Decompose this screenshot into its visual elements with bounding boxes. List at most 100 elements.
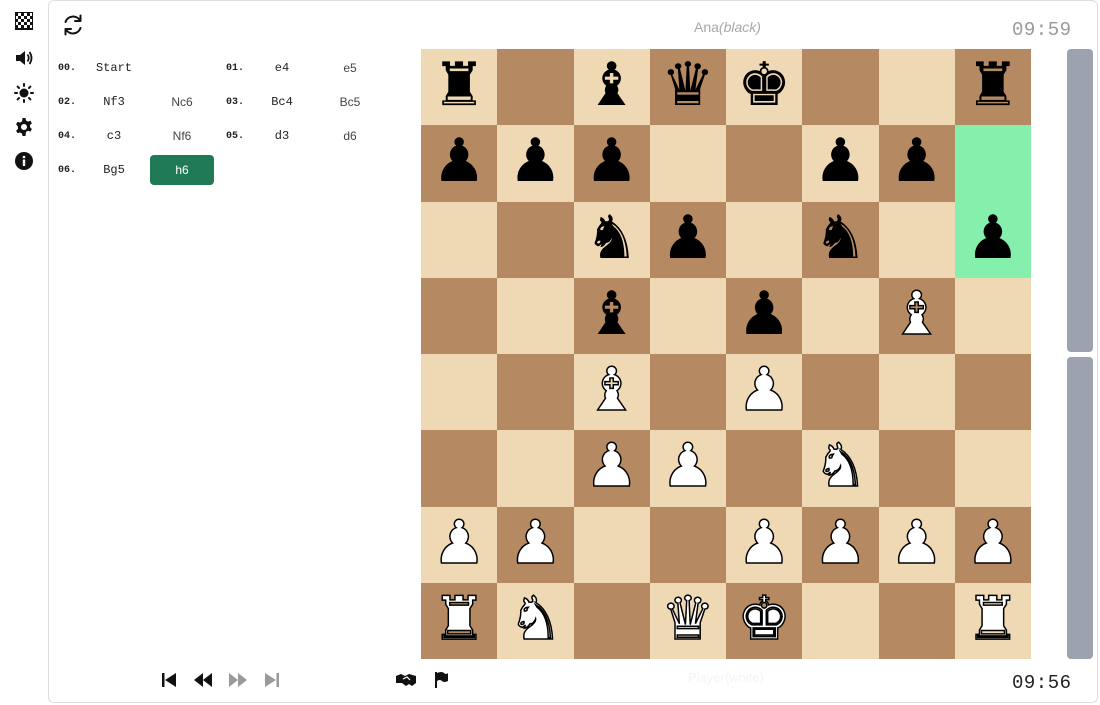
square-c3[interactable]: ♟ bbox=[573, 430, 650, 507]
square-c7[interactable]: ♟ bbox=[573, 125, 650, 202]
square-d2[interactable] bbox=[649, 506, 726, 583]
black-pawn-icon[interactable]: ♟ bbox=[508, 131, 562, 191]
square-e1[interactable]: ♚ bbox=[726, 582, 803, 659]
square-b4[interactable] bbox=[497, 354, 574, 431]
square-g6[interactable] bbox=[878, 201, 955, 278]
square-c5[interactable]: ♝ bbox=[573, 277, 650, 354]
move-white-cell[interactable]: d3 bbox=[250, 121, 314, 151]
move-black-cell[interactable]: Bc5 bbox=[318, 87, 382, 117]
white-pawn-icon[interactable]: ♟ bbox=[736, 512, 791, 574]
square-b8[interactable] bbox=[497, 49, 574, 126]
white-bishop-icon[interactable]: ♝ bbox=[889, 283, 944, 345]
square-a1[interactable]: ♜ bbox=[421, 582, 498, 659]
square-b1[interactable]: ♞ bbox=[497, 582, 574, 659]
last-move-button[interactable] bbox=[261, 670, 283, 690]
white-pawn-icon[interactable]: ♟ bbox=[813, 512, 868, 574]
square-f4[interactable] bbox=[802, 354, 879, 431]
square-a5[interactable] bbox=[421, 277, 498, 354]
square-f6[interactable]: ♞ bbox=[802, 201, 879, 278]
black-pawn-icon[interactable]: ♟ bbox=[585, 131, 639, 191]
black-pawn-icon[interactable]: ♟ bbox=[661, 208, 715, 268]
white-queen-icon[interactable]: ♛ bbox=[660, 588, 715, 650]
square-g1[interactable] bbox=[878, 582, 955, 659]
square-d3[interactable]: ♟ bbox=[649, 430, 726, 507]
first-move-button[interactable] bbox=[158, 670, 180, 690]
square-d6[interactable]: ♟ bbox=[649, 201, 726, 278]
square-e3[interactable] bbox=[726, 430, 803, 507]
square-a2[interactable]: ♟ bbox=[421, 506, 498, 583]
square-e6[interactable] bbox=[726, 201, 803, 278]
square-a3[interactable] bbox=[421, 430, 498, 507]
square-a7[interactable]: ♟ bbox=[421, 125, 498, 202]
white-pawn-icon[interactable]: ♟ bbox=[508, 512, 563, 574]
square-d5[interactable] bbox=[649, 277, 726, 354]
move-white-cell[interactable]: Bc4 bbox=[250, 87, 314, 117]
black-pawn-icon[interactable]: ♟ bbox=[813, 131, 867, 191]
square-e8[interactable]: ♚ bbox=[726, 49, 803, 126]
square-h2[interactable]: ♟ bbox=[954, 506, 1031, 583]
square-h1[interactable]: ♜ bbox=[954, 582, 1031, 659]
white-pawn-icon[interactable]: ♟ bbox=[431, 512, 486, 574]
square-e2[interactable]: ♟ bbox=[726, 506, 803, 583]
white-king-icon[interactable]: ♚ bbox=[736, 588, 791, 650]
move-black-cell[interactable]: Nc6 bbox=[150, 87, 214, 117]
square-d7[interactable] bbox=[649, 125, 726, 202]
refresh-icon[interactable] bbox=[60, 12, 86, 38]
move-black-cell[interactable]: d6 bbox=[318, 121, 382, 151]
previous-move-button[interactable] bbox=[192, 670, 214, 690]
move-white-cell[interactable]: Bg5 bbox=[82, 155, 146, 185]
square-f5[interactable] bbox=[802, 277, 879, 354]
square-e4[interactable]: ♟ bbox=[726, 354, 803, 431]
move-black-cell[interactable]: e5 bbox=[318, 53, 382, 83]
board-icon[interactable] bbox=[14, 11, 34, 31]
move-white-cell[interactable]: e4 bbox=[250, 53, 314, 83]
black-knight-icon[interactable]: ♞ bbox=[813, 208, 867, 268]
white-rook-icon[interactable]: ♜ bbox=[431, 588, 486, 650]
sound-icon[interactable] bbox=[14, 48, 34, 68]
square-d4[interactable] bbox=[649, 354, 726, 431]
square-a4[interactable] bbox=[421, 354, 498, 431]
square-f2[interactable]: ♟ bbox=[802, 506, 879, 583]
square-g8[interactable] bbox=[878, 49, 955, 126]
square-c8[interactable]: ♝ bbox=[573, 49, 650, 126]
square-d8[interactable]: ♛ bbox=[649, 49, 726, 126]
move-white-cell[interactable]: Nf3 bbox=[82, 87, 146, 117]
white-pawn-icon[interactable]: ♟ bbox=[889, 512, 944, 574]
resign-button[interactable] bbox=[430, 670, 452, 690]
square-h5[interactable] bbox=[954, 277, 1031, 354]
black-pawn-icon[interactable]: ♟ bbox=[432, 131, 486, 191]
white-rook-icon[interactable]: ♜ bbox=[965, 588, 1020, 650]
square-g7[interactable]: ♟ bbox=[878, 125, 955, 202]
white-pawn-icon[interactable]: ♟ bbox=[736, 359, 791, 421]
square-c2[interactable] bbox=[573, 506, 650, 583]
white-knight-icon[interactable]: ♞ bbox=[508, 588, 563, 650]
square-e7[interactable] bbox=[726, 125, 803, 202]
square-d1[interactable]: ♛ bbox=[649, 582, 726, 659]
square-f1[interactable] bbox=[802, 582, 879, 659]
black-king-icon[interactable]: ♚ bbox=[737, 55, 791, 115]
white-pawn-icon[interactable]: ♟ bbox=[660, 436, 715, 498]
white-knight-icon[interactable]: ♞ bbox=[813, 436, 868, 498]
square-a8[interactable]: ♜ bbox=[421, 49, 498, 126]
square-g2[interactable]: ♟ bbox=[878, 506, 955, 583]
square-g4[interactable] bbox=[878, 354, 955, 431]
info-icon[interactable] bbox=[14, 151, 34, 171]
offer-draw-button[interactable] bbox=[395, 670, 417, 690]
square-f3[interactable]: ♞ bbox=[802, 430, 879, 507]
black-rook-icon[interactable]: ♜ bbox=[966, 55, 1020, 115]
square-c6[interactable]: ♞ bbox=[573, 201, 650, 278]
black-bishop-icon[interactable]: ♝ bbox=[585, 284, 639, 344]
white-pawn-icon[interactable]: ♟ bbox=[965, 512, 1020, 574]
square-b7[interactable]: ♟ bbox=[497, 125, 574, 202]
black-queen-icon[interactable]: ♛ bbox=[661, 55, 715, 115]
move-black-cell[interactable]: h6 bbox=[150, 155, 214, 185]
black-pawn-icon[interactable]: ♟ bbox=[890, 131, 944, 191]
black-bishop-icon[interactable]: ♝ bbox=[585, 55, 639, 115]
settings-icon[interactable] bbox=[14, 117, 34, 137]
move-white-cell[interactable]: Start bbox=[82, 53, 146, 83]
square-g5[interactable]: ♝ bbox=[878, 277, 955, 354]
black-pawn-icon[interactable]: ♟ bbox=[966, 208, 1020, 268]
square-e5[interactable]: ♟ bbox=[726, 277, 803, 354]
square-f7[interactable]: ♟ bbox=[802, 125, 879, 202]
square-f8[interactable] bbox=[802, 49, 879, 126]
